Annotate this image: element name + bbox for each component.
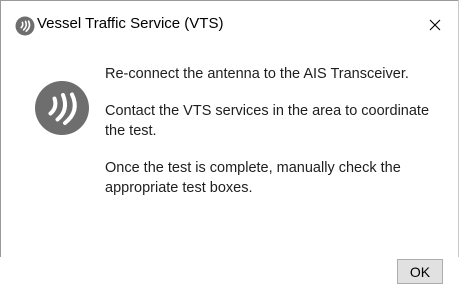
dialog-window: Vessel Traffic Service (VTS) Re-connect … bbox=[0, 0, 459, 284]
info-signal-icon bbox=[34, 80, 90, 136]
window-title: Vessel Traffic Service (VTS) bbox=[37, 15, 224, 32]
dialog-content: Re-connect the antenna to the AIS Transc… bbox=[1, 46, 458, 284]
app-logo-icon bbox=[15, 16, 35, 36]
message-check-boxes: Once the test is complete, manually chec… bbox=[105, 160, 401, 196]
close-icon bbox=[429, 19, 441, 31]
message-contact-vts: Contact the VTS services in the area to … bbox=[105, 103, 430, 139]
close-button[interactable] bbox=[420, 11, 450, 39]
message-text: Re-connect the antenna to the AIS Transc… bbox=[105, 64, 449, 215]
ok-button[interactable]: OK bbox=[397, 259, 443, 284]
title-bar[interactable]: Vessel Traffic Service (VTS) bbox=[1, 0, 458, 46]
message-reconnect: Re-connect the antenna to the AIS Transc… bbox=[105, 66, 409, 82]
